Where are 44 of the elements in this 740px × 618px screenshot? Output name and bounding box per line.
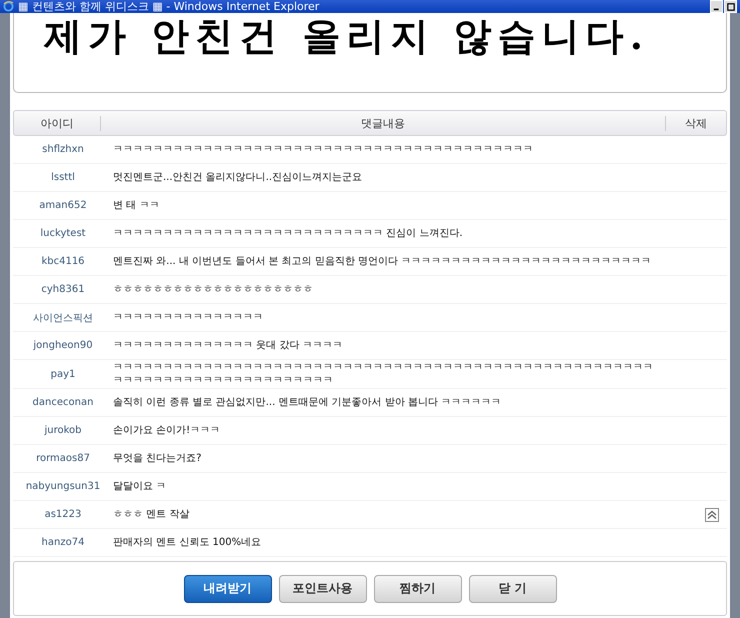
action-button[interactable]: 포인트사용 bbox=[278, 574, 366, 602]
comment-text: 변 태 ㅋㅋ bbox=[113, 199, 160, 212]
maximize-icon bbox=[726, 2, 734, 10]
minimize-button[interactable] bbox=[710, 0, 723, 13]
window-title: ▦ 컨텐츠와 함께 위디스크 ▦ - Windows Internet Explorer bbox=[18, 0, 320, 13]
comment-text: ㅎㅎㅎㅎㅎㅎㅎㅎㅎㅎㅎㅎㅎㅎㅎㅎㅎㅎㅎㅎ bbox=[113, 283, 314, 296]
user-id: shflzhxn bbox=[41, 144, 85, 155]
comment-text: ㅎㅎㅎ 멘트 작살 bbox=[113, 508, 190, 521]
user-id: jurokob bbox=[43, 425, 83, 436]
user-id: rormaos87 bbox=[35, 453, 91, 464]
comment-text: 무엇을 친다는거죠? bbox=[113, 452, 202, 465]
user-id: luckytest bbox=[39, 228, 87, 239]
comment-text: 멋진멘트군...안친건 올리지않다니..진심이느껴지는군요 bbox=[113, 171, 364, 184]
comment-text: 멘트진짜 와... 내 이번년도 들어서 본 최고의 믿음직한 명언이다 ㅋㅋㅋㅋㅋㅋㅋㅋㅋㅋㅋㅋㅋㅋㅋㅋㅋㅋㅋㅋㅋㅋㅋㅋㅋ bbox=[113, 255, 652, 268]
user-id: as1223 bbox=[44, 509, 82, 520]
comment-text: ㅋㅋㅋㅋㅋㅋㅋㅋㅋㅋㅋㅋㅋㅋㅋㅋㅋㅋㅋㅋㅋㅋㅋㅋㅋㅋㅋㅋㅋㅋㅋㅋㅋㅋㅋㅋㅋㅋㅋㅋㅋㅋㅋㅋㅋㅋㅋㅋㅋㅋㅋㅋㅋㅋㅋㅋㅋㅋㅋㅋㅋㅋㅋㅋㅋㅋㅋㅋㅋㅋㅋㅋㅋㅋㅋㅋ bbox=[113, 361, 654, 387]
action-button[interactable]: 찜하기 bbox=[374, 574, 462, 602]
comment-text: 달달이요 ㅋ bbox=[113, 480, 168, 493]
comment-text: ㅋㅋㅋㅋㅋㅋㅋㅋㅋㅋㅋㅋㅋㅋㅋㅋㅋㅋㅋㅋㅋㅋㅋㅋㅋㅋㅋㅋㅋㅋㅋㅋㅋㅋㅋㅋㅋㅋㅋㅋㅋㅋ bbox=[113, 143, 534, 156]
user-id: nabyungsun31 bbox=[24, 481, 102, 492]
user-id: cyh8361 bbox=[40, 284, 86, 295]
column-header: 댓글내용 bbox=[101, 116, 666, 130]
user-id: aman652 bbox=[38, 200, 88, 211]
user-id: lssttl bbox=[50, 172, 76, 183]
user-id: hanzo74 bbox=[40, 537, 86, 548]
user-id: danceconan bbox=[32, 397, 94, 408]
user-id: jongheon90 bbox=[32, 340, 94, 351]
browser-icon bbox=[3, 1, 14, 12]
comment-text: 솔직히 이런 종류 별로 관심없지만... 멘트때문에 기분좋아서 받아 봅니다 ㅋㅋㅋㅋㅋㅋ bbox=[113, 396, 502, 409]
action-button[interactable]: 내려받기 bbox=[184, 574, 272, 602]
comment-text: ㅋㅋㅋㅋㅋㅋㅋㅋㅋㅋㅋㅋㅋㅋ 웃대 갔다 ㅋㅋㅋㅋ bbox=[113, 339, 344, 352]
user-id: pay1 bbox=[50, 368, 76, 380]
column-header: 아이디 bbox=[14, 116, 101, 130]
comment-text: 판매자의 멘트 신뢰도 100%네요 bbox=[113, 536, 262, 549]
maximize-button[interactable] bbox=[724, 0, 737, 13]
message-text: 제가 안친건 올리지 않습니다. bbox=[44, 13, 649, 59]
column-header: 삭제 bbox=[684, 116, 708, 130]
user-id: 사이언스픽션 bbox=[32, 312, 94, 324]
scroll-top-icon[interactable] bbox=[705, 508, 719, 522]
user-id: kbc4116 bbox=[40, 256, 86, 267]
action-button[interactable]: 닫 기 bbox=[468, 574, 556, 602]
comment-text: ㅋㅋㅋㅋㅋㅋㅋㅋㅋㅋㅋㅋㅋㅋㅋㅋㅋㅋㅋㅋㅋㅋㅋㅋㅋㅋㅋ 진심이 느껴진다. bbox=[113, 227, 464, 240]
comment-text: 손이가요 손이가!ㅋㅋㅋ bbox=[113, 424, 222, 437]
comment-text: ㅋㅋㅋㅋㅋㅋㅋㅋㅋㅋㅋㅋㅋㅋㅋ bbox=[113, 311, 264, 324]
